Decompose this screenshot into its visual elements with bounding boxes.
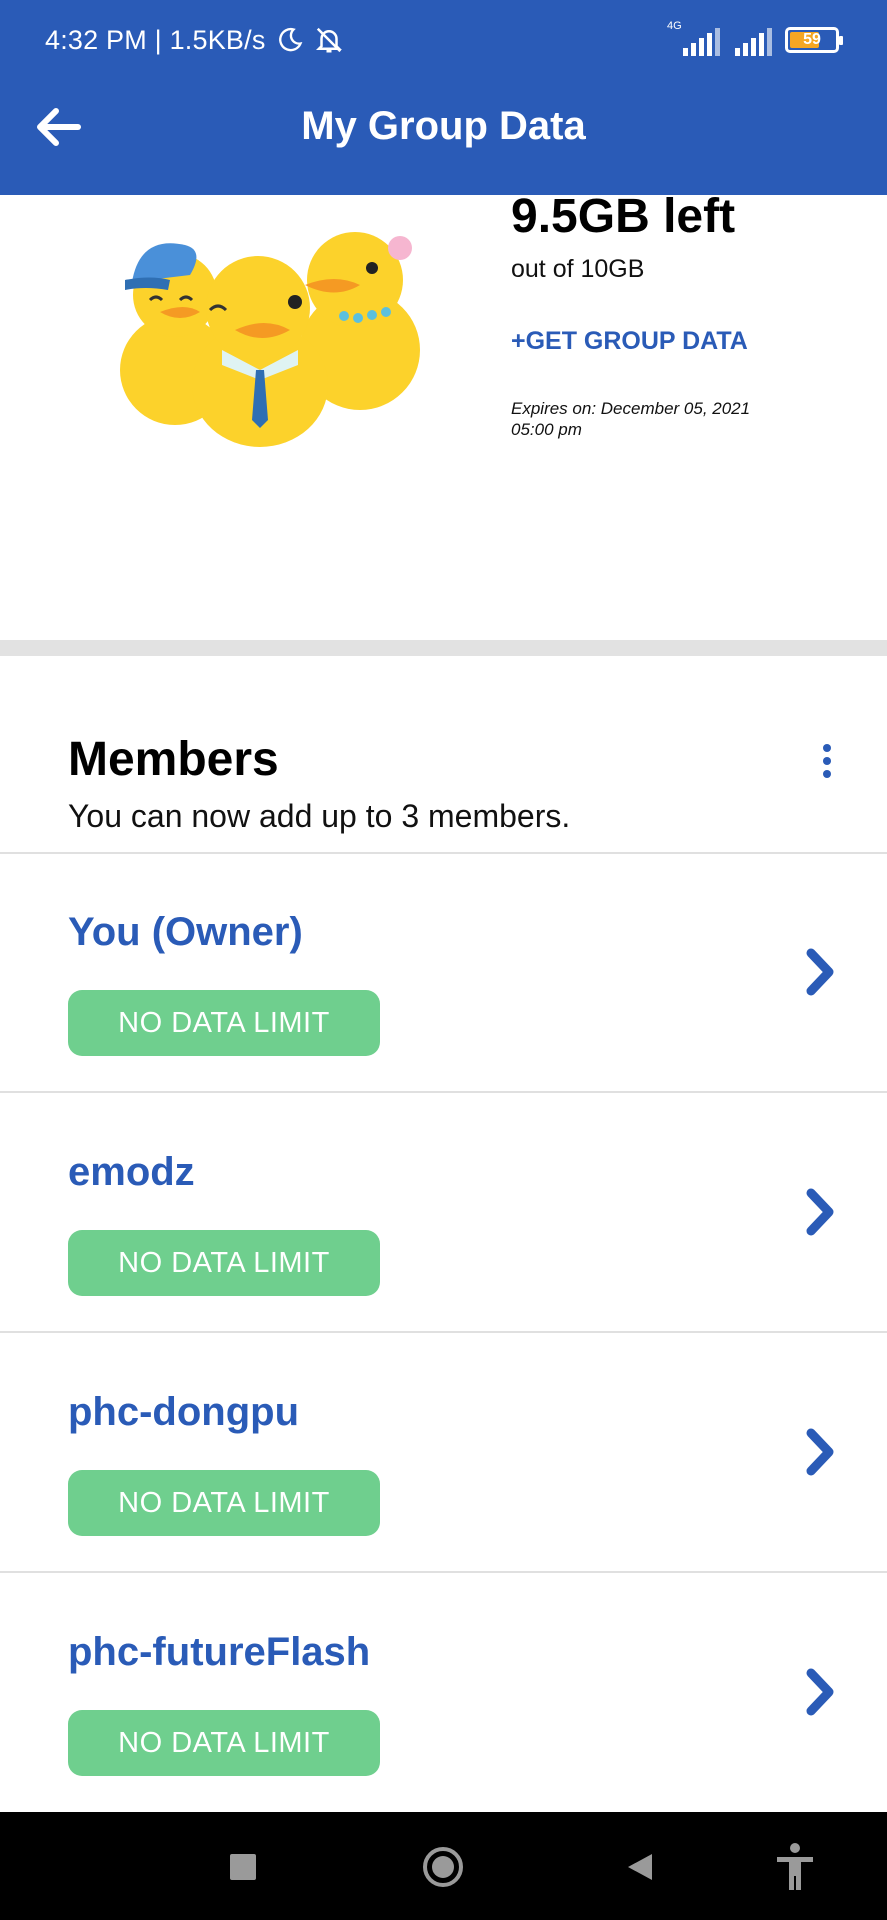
bell-off-icon: [314, 25, 344, 55]
member-row[interactable]: phc-futureFlash NO DATA LIMIT: [0, 1574, 887, 1813]
status-icons: 4G 59: [667, 20, 843, 58]
member-name: phc-dongpu: [68, 1390, 300, 1434]
ducks-illustration: [110, 220, 440, 450]
group-data-summary: 9.5GB left out of 10GB +GET GROUP DATA E…: [0, 190, 887, 640]
status-time-speed: 4:32 PM | 1.5KB/s: [45, 24, 266, 55]
chevron-right-icon: [800, 1664, 840, 1720]
app-bar: 4:32 PM | 1.5KB/s 4G 59 My Group Data: [0, 0, 887, 195]
member-name: emodz: [68, 1150, 195, 1194]
chevron-right-icon: [800, 1424, 840, 1480]
signal-icon: 4G: [667, 20, 723, 58]
section-divider: [0, 640, 887, 656]
expiry-text: Expires on: December 05, 2021 05:00 pm: [511, 398, 771, 440]
member-row[interactable]: phc-dongpu NO DATA LIMIT: [0, 1334, 887, 1573]
data-limit-badge: NO DATA LIMIT: [68, 1710, 380, 1776]
members-title: Members: [68, 733, 279, 786]
network-type: 4G: [667, 20, 682, 32]
members-subtitle: You can now add up to 3 members.: [68, 798, 571, 834]
page-title: My Group Data: [301, 104, 586, 148]
data-total: out of 10GB: [511, 255, 645, 283]
back-icon[interactable]: [615, 1842, 665, 1892]
recents-icon[interactable]: [218, 1842, 268, 1892]
accessibility-icon[interactable]: [770, 1842, 820, 1892]
more-options-icon[interactable]: [812, 736, 842, 786]
expiry-time: 05:00 pm: [511, 420, 582, 439]
data-limit-badge: NO DATA LIMIT: [68, 990, 380, 1056]
member-name: You (Owner): [68, 910, 303, 954]
get-group-data-link[interactable]: +GET GROUP DATA: [511, 327, 748, 356]
member-row[interactable]: You (Owner) NO DATA LIMIT: [0, 854, 887, 1093]
chevron-right-icon: [800, 1184, 840, 1240]
home-icon[interactable]: [418, 1842, 468, 1892]
status-bar: 4:32 PM | 1.5KB/s: [45, 22, 344, 58]
member-row[interactable]: emodz NO DATA LIMIT: [0, 1094, 887, 1333]
expiry-date: Expires on: December 05, 2021: [511, 399, 751, 418]
battery-icon: 59: [785, 27, 843, 53]
data-limit-badge: NO DATA LIMIT: [68, 1230, 380, 1296]
system-nav-bar: [0, 1812, 887, 1920]
moon-icon: [276, 26, 304, 54]
data-limit-badge: NO DATA LIMIT: [68, 1470, 380, 1536]
data-remaining: 9.5GB left: [511, 190, 736, 243]
signal-icon: [733, 22, 775, 58]
member-name: phc-futureFlash: [68, 1630, 371, 1674]
battery-level: 59: [803, 31, 821, 48]
chevron-right-icon: [800, 944, 840, 1000]
